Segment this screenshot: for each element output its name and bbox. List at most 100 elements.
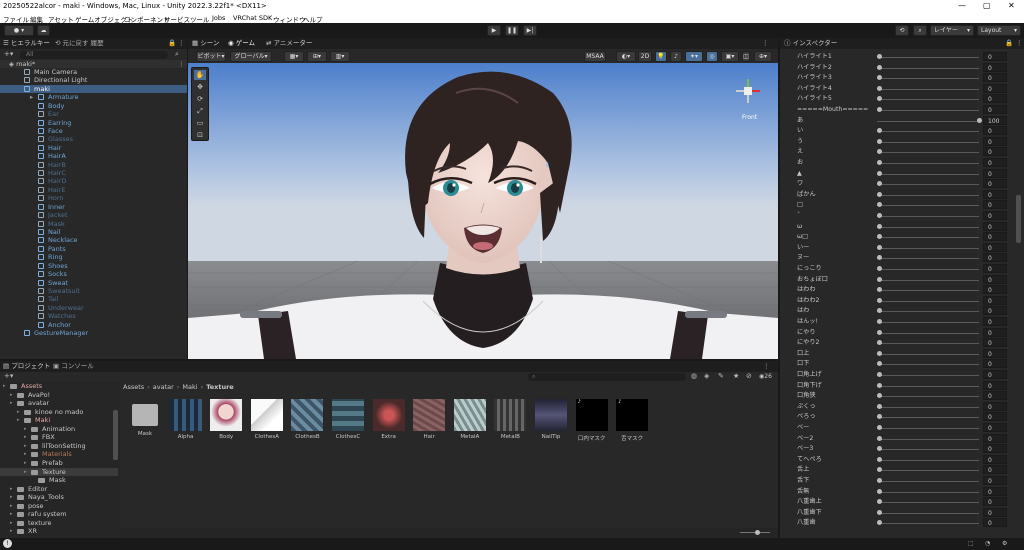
blendshape-slider-knob[interactable]	[877, 435, 882, 441]
folder-item[interactable]: ▸ Prefab	[0, 459, 118, 468]
folder-item[interactable]: ▸ Maki	[0, 416, 118, 425]
layout-dropdown[interactable]: Layout ▾	[977, 25, 1021, 36]
blendshape-slider[interactable]	[877, 57, 979, 58]
hierarchy-item[interactable]: Anchor	[0, 321, 187, 329]
scale-tool-icon[interactable]: ⤢	[194, 106, 206, 116]
blendshape-slider-knob[interactable]	[877, 329, 882, 335]
blendshape-slider-knob[interactable]	[877, 509, 882, 515]
blendshape-slider[interactable]	[877, 459, 979, 461]
folder-arrow-icon[interactable]: ▸	[24, 433, 27, 442]
blendshape-slider-knob[interactable]	[877, 467, 882, 473]
hierarchy-item[interactable]: ▸ Armature	[0, 93, 187, 101]
hierarchy-item[interactable]: Sweat	[0, 279, 187, 287]
hierarchy-item[interactable]: Inner	[0, 203, 187, 211]
blendshape-slider-knob[interactable]	[877, 287, 882, 293]
folder-arrow-icon[interactable]: ▸	[10, 502, 13, 511]
hierarchy-item[interactable]: Hair	[0, 144, 187, 152]
blendshape-slider[interactable]	[877, 311, 979, 313]
blendshape-slider[interactable]	[877, 385, 979, 387]
asset-tile[interactable]: Extra	[370, 399, 408, 440]
blendshape-value[interactable]: 0	[983, 327, 1007, 337]
blendshape-slider-knob[interactable]	[877, 478, 882, 483]
tab-hierarchy[interactable]: ☰ ヒエラルキー	[3, 38, 50, 49]
hierarchy-item[interactable]: HairC	[0, 169, 187, 177]
minimize-button[interactable]: —	[958, 1, 966, 10]
hierarchy-item[interactable]: Glasses	[0, 135, 187, 143]
blendshape-slider[interactable]	[877, 438, 979, 440]
blendshape-value[interactable]: 0	[983, 370, 1007, 379]
blendshape-slider[interactable]	[877, 78, 979, 80]
blendshape-slider[interactable]	[877, 353, 979, 355]
blendshape-slider-knob[interactable]	[877, 319, 882, 324]
blendshape-value[interactable]: 0	[983, 444, 1007, 454]
blendshape-slider-knob[interactable]	[877, 85, 882, 91]
status-icon-3[interactable]: ⚙	[1002, 540, 1007, 547]
blendshape-value[interactable]: 0	[983, 168, 1007, 178]
snap-increment-button[interactable]: ⊞▾	[307, 51, 327, 62]
hierarchy-item[interactable]: Ear	[0, 110, 187, 118]
folder-tree-scrollbar[interactable]	[113, 410, 118, 460]
blendshape-slider[interactable]	[877, 481, 979, 482]
menu-item-7[interactable]: Jobs	[212, 14, 225, 22]
folder-arrow-icon[interactable]: ▸	[10, 485, 13, 494]
blendshape-slider-knob[interactable]	[877, 223, 882, 229]
blendshape-slider-knob[interactable]	[877, 255, 882, 261]
blendshape-slider[interactable]	[877, 364, 979, 366]
menu-item-8[interactable]: VRChat SDK	[233, 14, 272, 22]
blendshape-value[interactable]: 100	[983, 115, 1007, 125]
hierarchy-item[interactable]: Tail	[0, 295, 187, 303]
hand-tool-icon[interactable]: ✋	[194, 70, 206, 80]
asset-tile[interactable]: ♪ 舌マスク	[613, 399, 651, 442]
status-icon-2[interactable]: ◔	[985, 540, 990, 547]
blendshape-slider[interactable]	[877, 502, 979, 504]
hierarchy-search-input[interactable]: All	[20, 51, 168, 59]
blendshape-slider-knob[interactable]	[877, 520, 882, 526]
blendshape-value[interactable]: 0	[983, 285, 1007, 295]
blendshape-value[interactable]: 0	[983, 83, 1007, 93]
blendshape-value[interactable]: 0	[983, 518, 1007, 528]
filter-label-icon-2[interactable]: ✎	[718, 372, 724, 380]
blendshape-value[interactable]: 0	[983, 189, 1007, 199]
blendshape-value[interactable]: 0	[983, 274, 1007, 284]
project-add-icon[interactable]: +▾	[4, 372, 13, 380]
tab-inspector[interactable]: ⓘ インスペクター	[784, 38, 837, 49]
hierarchy-item[interactable]: Nail	[0, 228, 187, 236]
folder-item[interactable]: ▸ rafu system	[0, 510, 118, 519]
blendshape-value[interactable]: 0	[983, 158, 1007, 167]
blendshape-slider[interactable]	[877, 491, 979, 493]
folder-arrow-icon[interactable]: ▸	[10, 391, 13, 400]
hierarchy-item[interactable]: Underwear	[0, 304, 187, 312]
add-icon[interactable]: +▾	[4, 50, 13, 58]
blendshape-slider[interactable]	[877, 279, 979, 281]
pivot-dropdown[interactable]: ピボット▾	[196, 51, 226, 62]
blendshape-slider-knob[interactable]	[877, 64, 882, 70]
blendshape-slider-knob[interactable]	[877, 446, 882, 452]
rect-tool-icon[interactable]: ▭	[194, 118, 206, 128]
blendshape-slider[interactable]	[877, 343, 979, 345]
blendshape-slider[interactable]	[877, 216, 979, 217]
status-icon-1[interactable]: ⬚	[968, 540, 974, 547]
search-filter-icon[interactable]: ⌕	[175, 50, 179, 59]
blendshape-value[interactable]: 0	[983, 62, 1007, 72]
blendshape-slider-knob[interactable]	[877, 202, 882, 208]
blendshape-slider-knob[interactable]	[877, 382, 882, 388]
folder-item[interactable]: ▸ Materials	[0, 450, 118, 459]
blendshape-value[interactable]: 0	[983, 253, 1007, 263]
blendshape-value[interactable]: 0	[983, 454, 1007, 464]
blendshape-slider[interactable]	[877, 131, 979, 133]
blendshape-slider-knob[interactable]	[877, 244, 882, 250]
close-button[interactable]: ✕	[1008, 1, 1015, 10]
blendshape-slider-knob[interactable]	[877, 414, 882, 420]
folder-arrow-icon[interactable]: ▸	[10, 519, 13, 528]
folder-item[interactable]: ▸ Assets	[0, 382, 118, 391]
play-button[interactable]: ▶	[487, 25, 501, 36]
hierarchy-item[interactable]: Sweatsuit	[0, 287, 187, 295]
asset-tile[interactable]: ClothesB	[288, 399, 326, 440]
blendshape-value[interactable]: 0	[983, 136, 1007, 146]
breadcrumb-item[interactable]: Maki	[182, 383, 197, 391]
blendshape-slider-knob[interactable]	[877, 107, 882, 112]
blendshape-slider[interactable]	[877, 269, 979, 270]
blendshape-slider[interactable]	[877, 163, 979, 164]
account-button[interactable]: ● ▾	[4, 25, 34, 36]
folder-item[interactable]: ▸ FBX	[0, 433, 118, 442]
